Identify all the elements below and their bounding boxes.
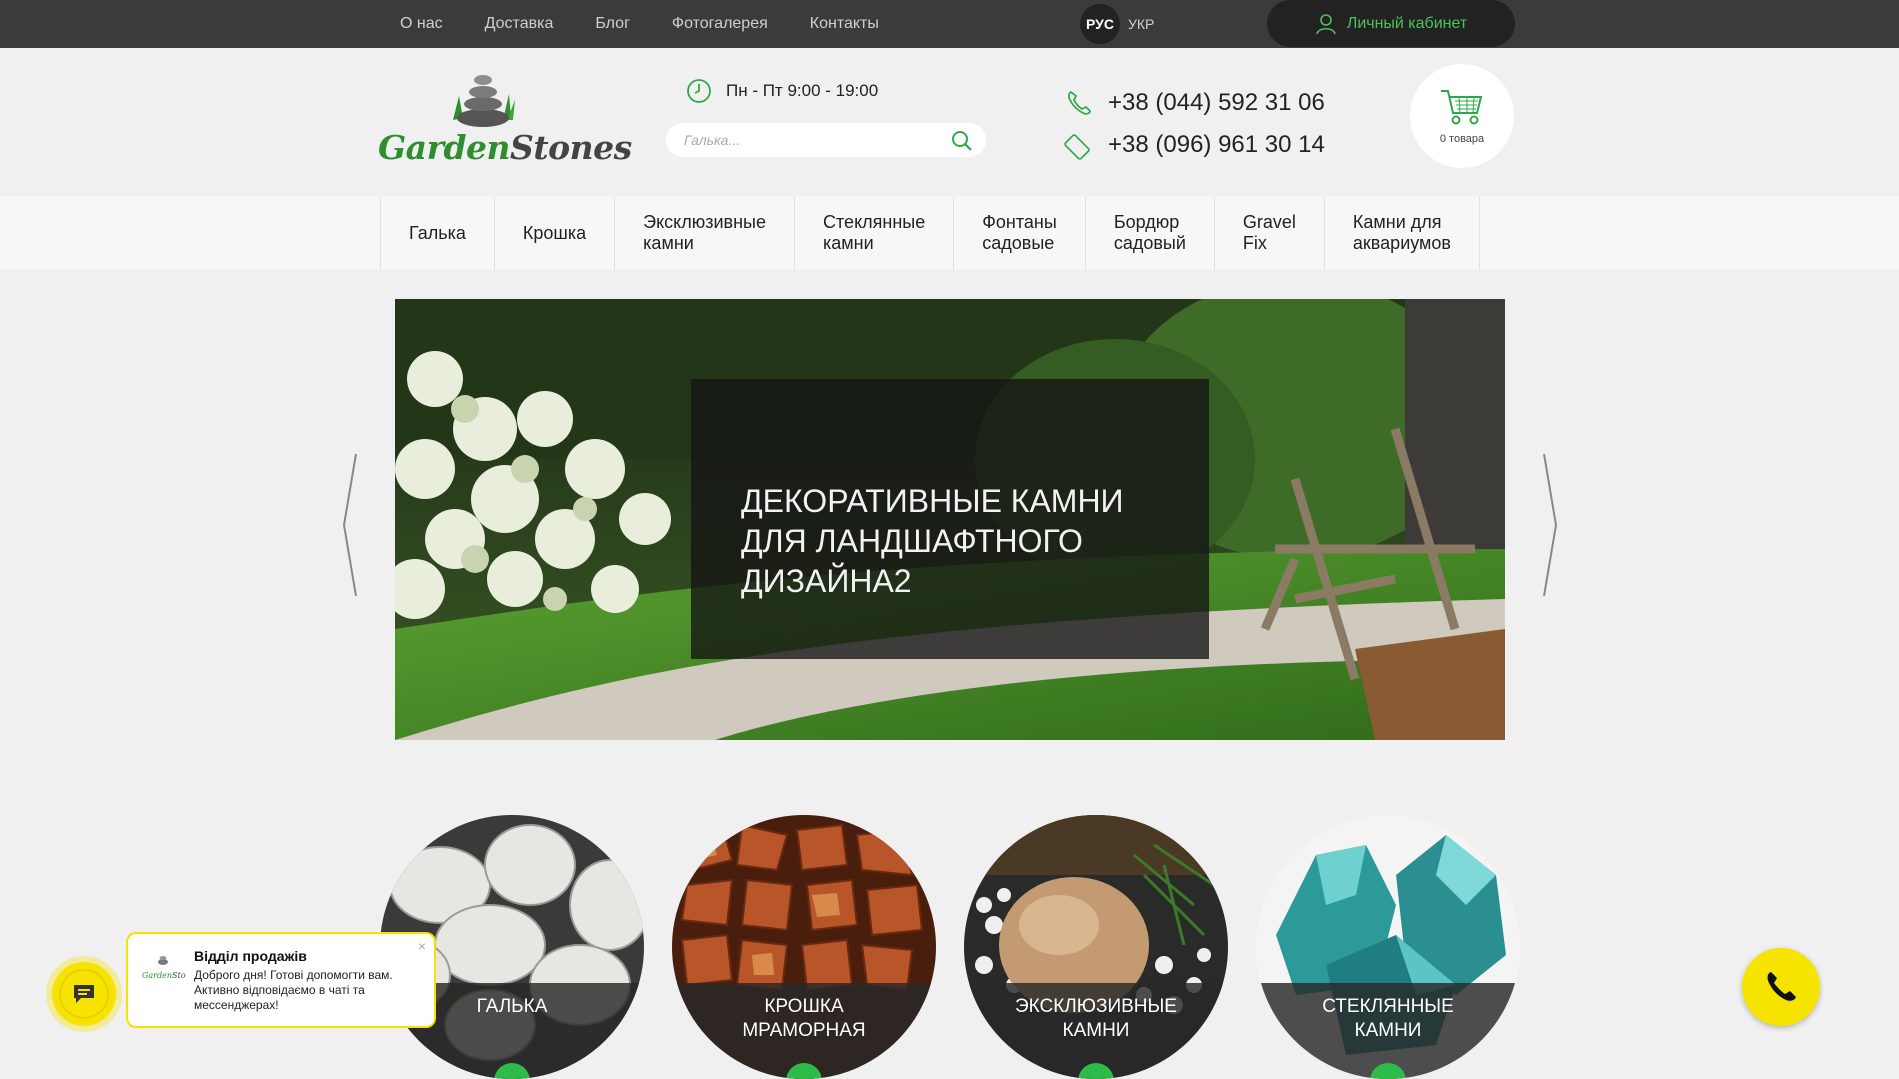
category-border[interactable]: Бордюр садовый	[1086, 196, 1215, 270]
user-icon	[1316, 13, 1336, 34]
chat-close-button[interactable]: ×	[418, 938, 426, 954]
phone-number-2: +38 (096) 961 30 14	[1108, 131, 1325, 158]
chat-bubble-icon	[74, 985, 94, 1003]
category-pebble[interactable]: Галька	[381, 196, 495, 270]
category-tiles: ГАЛЬКА КРОШКА МРАМОРНАЯ ЭКСКЛЮЗИВНЫЕ КАМ…	[380, 815, 1520, 1079]
hours-text: Пн - Пт 9:00 - 19:00	[726, 81, 879, 100]
lang-ru-button[interactable]: РУС	[1080, 4, 1120, 44]
chat-open-button[interactable]	[52, 962, 116, 1026]
clock-icon	[687, 79, 711, 103]
chat-title: Відділ продажів	[194, 948, 307, 964]
category-fountains[interactable]: Фонтаны садовые	[954, 196, 1086, 270]
phone-call-icon	[1767, 972, 1796, 1001]
tile-exclusive[interactable]: ЭКСКЛЮЗИВНЫЕ КАМНИ	[964, 815, 1228, 1079]
stones-logo-icon	[453, 75, 515, 127]
tile-marble-chips[interactable]: КРОШКА МРАМОРНАЯ	[672, 815, 936, 1079]
search-box	[666, 123, 986, 157]
working-hours: Пн - Пт 9:00 - 19:00	[686, 78, 878, 104]
brand-name: GardenStones	[378, 128, 632, 167]
category-glass[interactable]: Стеклянные камни	[795, 196, 955, 270]
logo[interactable]: GardenStones	[378, 66, 632, 176]
hero-slider: Декоративные камни для ландшафтного диза…	[395, 299, 1505, 740]
nav-link-about[interactable]: О нас	[400, 15, 443, 33]
slide-title: Декоративные камни для ландшафтного диза…	[741, 483, 1124, 599]
top-nav: О нас Доставка Блог Фотогалерея Контакты	[400, 0, 921, 48]
tile-glass[interactable]: СТЕКЛЯННЫЕ КАМНИ	[1256, 815, 1520, 1079]
chat-avatar-logo: GardenStones	[142, 956, 186, 980]
phone-row-2[interactable]: +38 (096) 961 30 14	[1064, 124, 1325, 166]
category-chips[interactable]: Крошка	[495, 196, 616, 270]
search-input[interactable]	[684, 123, 934, 157]
phone-number-1: +38 (044) 592 31 06	[1108, 89, 1325, 116]
category-gravel-fix[interactable]: Gravel Fix	[1215, 196, 1325, 270]
phone-row-1[interactable]: +38 (044) 592 31 06	[1064, 82, 1325, 124]
lang-uk-button[interactable]: УКР	[1128, 16, 1154, 32]
slide-caption: Декоративные камни для ландшафтного диза…	[691, 379, 1209, 659]
callback-button[interactable]	[1742, 948, 1820, 1026]
phones: +38 (044) 592 31 06 +38 (096) 961 30 14	[1064, 82, 1325, 166]
svg-text:GardenStones: GardenStones	[142, 971, 186, 980]
category-nav: Галька Крошка Эксклюзивные камни Стеклян…	[0, 196, 1899, 270]
category-exclusive[interactable]: Эксклюзивные камни	[615, 196, 796, 270]
account-button[interactable]: Личный кабинет	[1267, 0, 1515, 47]
cart-icon	[1441, 90, 1483, 125]
cart-button[interactable]: 0 товара	[1410, 64, 1514, 168]
chat-message: Доброго дня! Готові допомогти вам. Актив…	[194, 968, 393, 1012]
search-icon[interactable]	[950, 129, 974, 153]
account-label: Личный кабинет	[1346, 14, 1468, 32]
slider-prev-arrow[interactable]	[340, 452, 360, 598]
category-aquarium[interactable]: Камни для аквариумов	[1325, 196, 1480, 270]
nav-link-gallery[interactable]: Фотогалерея	[672, 15, 768, 33]
mobile-phone-icon	[1064, 134, 1090, 160]
phone-icon	[1068, 90, 1091, 115]
chat-popup[interactable]: GardenStones Відділ продажів Доброго дня…	[126, 932, 436, 1028]
nav-link-delivery[interactable]: Доставка	[485, 15, 554, 33]
slider-next-arrow[interactable]	[1540, 452, 1560, 598]
nav-link-contacts[interactable]: Контакты	[810, 15, 879, 33]
language-switcher: РУС УКР	[1080, 4, 1154, 44]
nav-link-blog[interactable]: Блог	[595, 15, 630, 33]
header: GardenStones Пн - Пт 9:00 - 19:00 +38 (0…	[0, 48, 1899, 196]
top-bar: О нас Доставка Блог Фотогалерея Контакты…	[0, 0, 1899, 48]
cart-count: 0 товара	[1439, 133, 1485, 145]
